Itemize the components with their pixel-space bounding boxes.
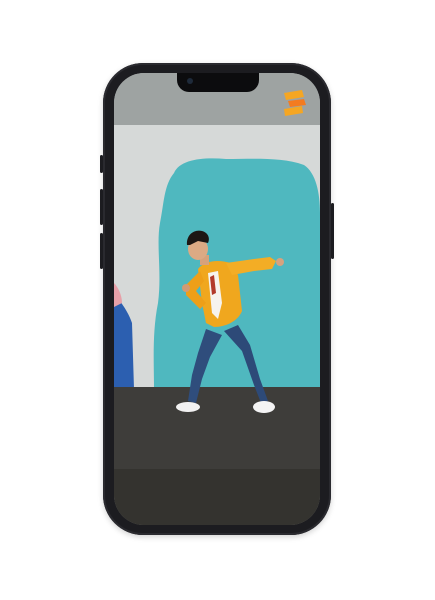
right-shoe (253, 401, 275, 413)
mute-switch (100, 155, 103, 173)
power-button (331, 203, 334, 259)
phone-frame (100, 63, 334, 535)
phone-screen[interactable] (114, 73, 320, 525)
right-hand (276, 258, 284, 266)
floor-lower (114, 469, 320, 525)
notch (177, 73, 259, 92)
video-frame[interactable] (114, 73, 320, 525)
left-hand (182, 284, 190, 292)
front-camera-icon (187, 78, 193, 84)
left-shoe (176, 402, 200, 412)
app-logo-icon (284, 90, 306, 116)
volume-up-button (100, 189, 103, 225)
volume-down-button (100, 233, 103, 269)
page-background (0, 0, 435, 600)
